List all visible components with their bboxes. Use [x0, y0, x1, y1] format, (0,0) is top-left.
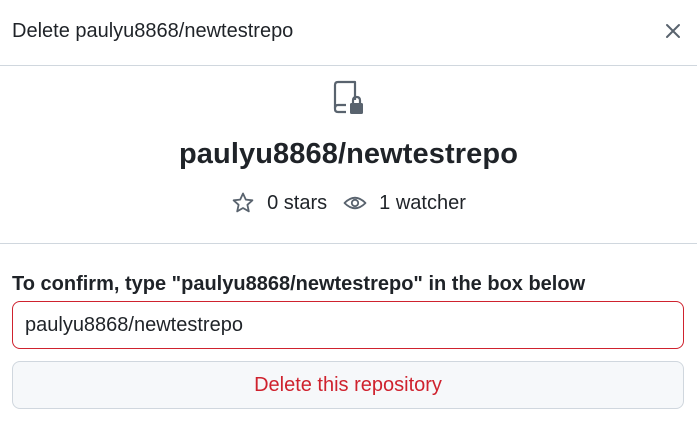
confirm-input[interactable]	[12, 301, 684, 349]
stars-count: 0 stars	[267, 191, 328, 214]
watchers-stat: 1 watcher	[343, 191, 466, 215]
eye-icon	[343, 191, 367, 215]
dialog-title: Delete paulyu8868/newtestrepo	[12, 20, 294, 42]
repo-name: paulyu8868/newtestrepo	[178, 138, 519, 170]
close-button[interactable]	[657, 15, 689, 47]
watchers-count: 1 watcher	[379, 191, 466, 214]
confirm-label: To confirm, type "paulyu8868/newtestrepo…	[12, 273, 586, 295]
delete-repo-dialog: Delete paulyu8868/newtestrepo paulyu8868…	[0, 0, 697, 427]
delete-repository-button[interactable]: Delete this repository	[12, 361, 684, 409]
dialog-header: Delete paulyu8868/newtestrepo	[0, 0, 697, 66]
repo-stats: 0 stars 1 watcher	[231, 191, 466, 215]
x-icon	[666, 23, 680, 38]
confirm-section: To confirm, type "paulyu8868/newtestrepo…	[0, 271, 697, 409]
star-icon	[231, 191, 255, 215]
repo-summary: paulyu8868/newtestrepo 0 stars 1 watcher	[0, 66, 697, 244]
stars-stat: 0 stars	[231, 191, 327, 215]
repo-locked-icon	[329, 78, 369, 118]
